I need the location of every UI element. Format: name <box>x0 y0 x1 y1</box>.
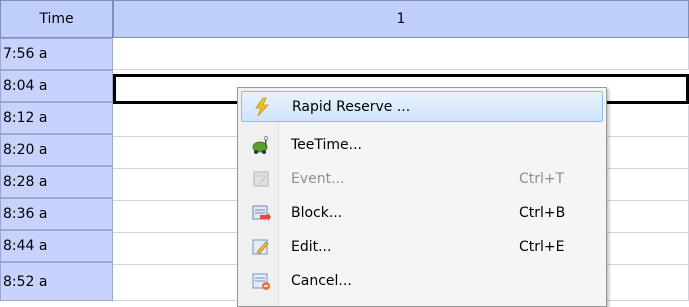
menu-item-label: Edit... <box>291 238 332 255</box>
time-cell[interactable]: 8:44 a <box>0 230 113 262</box>
time-label: 8:28 a <box>3 174 48 190</box>
edit-icon <box>249 237 273 257</box>
menu-item-shortcut: Ctrl+B <box>519 204 566 221</box>
time-cell[interactable]: 8:12 a <box>0 102 113 134</box>
slot-header-label: 1 <box>396 11 406 27</box>
slot-cell[interactable] <box>113 38 689 70</box>
time-cell[interactable]: 7:56 a <box>0 38 113 70</box>
menu-item-label: Rapid Reserve ... <box>292 98 411 115</box>
time-header-label: Time <box>39 11 74 27</box>
menu-item-cancel[interactable]: Cancel... <box>241 265 603 296</box>
menu-item-event[interactable]: Event... Ctrl+T <box>241 163 603 194</box>
time-label: 7:56 a <box>3 46 48 62</box>
time-label: 8:44 a <box>3 238 48 254</box>
time-label: 8:12 a <box>3 110 48 126</box>
time-label: 8:04 a <box>3 78 48 94</box>
menu-item-shortcut: Ctrl+E <box>519 238 565 255</box>
block-icon <box>249 203 273 223</box>
menu-item-label: Event... <box>291 170 345 187</box>
time-cell[interactable]: 8:04 a <box>0 70 113 102</box>
time-cell[interactable]: 8:36 a <box>0 198 113 230</box>
time-cell[interactable]: 8:20 a <box>0 134 113 166</box>
lightning-icon <box>250 97 274 117</box>
slot-column-header[interactable]: 1 <box>113 0 689 38</box>
golf-cart-icon <box>249 135 273 155</box>
menu-item-label: TeeTime... <box>291 136 363 153</box>
time-column-header[interactable]: Time <box>0 0 113 38</box>
time-cell[interactable]: 8:28 a <box>0 166 113 198</box>
menu-item-shortcut: Ctrl+T <box>519 170 565 187</box>
menu-item-teetime[interactable]: TeeTime... <box>241 129 603 160</box>
context-menu: Rapid Reserve ... TeeTime... Event... Ct… <box>237 87 607 307</box>
time-cell[interactable]: 8:52 a <box>0 262 113 301</box>
time-label: 8:52 a <box>3 273 48 290</box>
menu-item-rapid-reserve[interactable]: Rapid Reserve ... <box>241 91 603 122</box>
event-icon <box>249 169 273 189</box>
menu-item-label: Cancel... <box>291 272 352 289</box>
time-label: 8:36 a <box>3 206 48 222</box>
menu-item-label: Block... <box>291 204 343 221</box>
menu-item-edit[interactable]: Edit... Ctrl+E <box>241 231 603 262</box>
menu-item-block[interactable]: Block... Ctrl+B <box>241 197 603 228</box>
time-label: 8:20 a <box>3 142 48 158</box>
cancel-icon <box>249 271 273 291</box>
